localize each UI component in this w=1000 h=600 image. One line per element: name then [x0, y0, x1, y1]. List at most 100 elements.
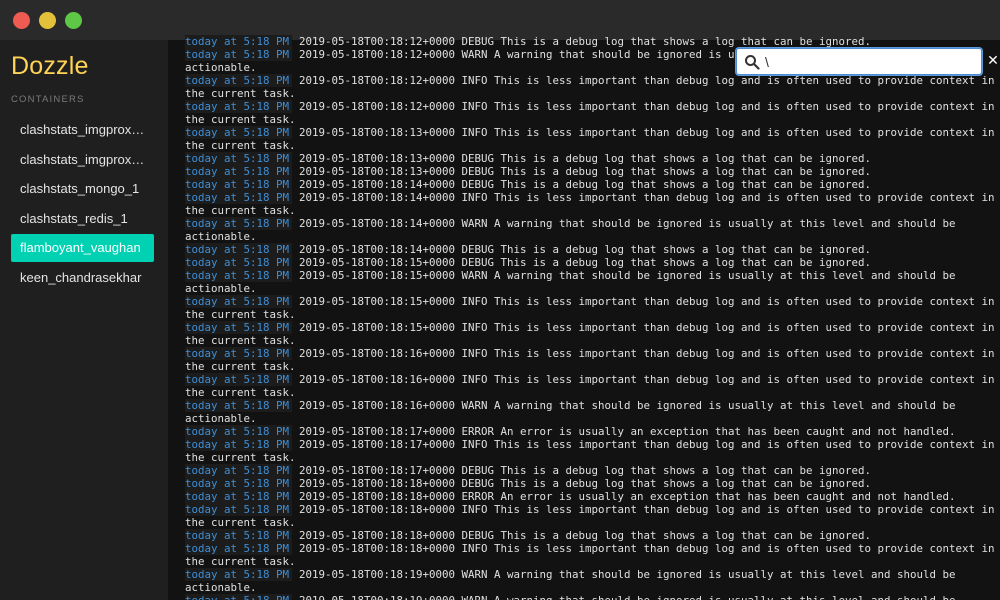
log-timestamp: today at 5:18 PM — [185, 438, 292, 451]
log-message: 2019-05-18T00:18:19+0000 WARN A warning … — [299, 568, 956, 581]
log-message: 2019-05-18T00:18:16+0000 WARN A warning … — [299, 399, 956, 412]
log-message: 2019-05-18T00:18:15+0000 DEBUG This is a… — [299, 256, 872, 269]
log-line: today at 5:18 PM 2019-05-18T00:18:15+0000… — [185, 269, 1000, 282]
log-message-continuation: the current task. — [185, 555, 296, 568]
log-timestamp: today at 5:18 PM — [185, 191, 292, 204]
window-titlebar — [0, 0, 1000, 40]
log-line: today at 5:18 PM 2019-05-18T00:18:14+0000… — [185, 243, 1000, 256]
log-message: 2019-05-18T00:18:13+0000 INFO This is le… — [299, 126, 995, 139]
log-line: today at 5:18 PM 2019-05-18T00:18:13+0000… — [185, 126, 1000, 139]
log-line: today at 5:18 PM 2019-05-18T00:18:19+0000… — [185, 594, 1000, 600]
log-line: today at 5:18 PM 2019-05-18T00:18:16+0000… — [185, 399, 1000, 412]
log-message-continuation: the current task. — [185, 386, 296, 399]
log-message: 2019-05-18T00:18:18+0000 ERROR An error … — [299, 490, 956, 503]
log-timestamp: today at 5:18 PM — [185, 178, 292, 191]
log-line: today at 5:18 PM 2019-05-18T00:18:14+0000… — [185, 191, 1000, 204]
log-message-continuation: the current task. — [185, 139, 296, 152]
log-line: today at 5:18 PM 2019-05-18T00:18:12+0000… — [185, 100, 1000, 113]
log-line: today at 5:18 PM 2019-05-18T00:18:18+0000… — [185, 542, 1000, 555]
log-message-continuation: the current task. — [185, 204, 296, 217]
log-message: 2019-05-18T00:18:16+0000 INFO This is le… — [299, 373, 995, 386]
log-line: today at 5:18 PM 2019-05-18T00:18:15+0000… — [185, 321, 1000, 334]
container-item[interactable]: clashstats_redis_1 — [11, 205, 154, 233]
log-timestamp: today at 5:18 PM — [185, 399, 292, 412]
log-message: 2019-05-18T00:18:15+0000 INFO This is le… — [299, 295, 995, 308]
log-message: 2019-05-18T00:18:18+0000 DEBUG This is a… — [299, 477, 872, 490]
log-line: today at 5:18 PM 2019-05-18T00:18:17+0000… — [185, 425, 1000, 438]
log-line: today at 5:18 PM 2019-05-18T00:18:17+0000… — [185, 464, 1000, 477]
log-message: 2019-05-18T00:18:15+0000 WARN A warning … — [299, 269, 956, 282]
log-message: 2019-05-18T00:18:13+0000 DEBUG This is a… — [299, 165, 872, 178]
log-message: 2019-05-18T00:18:18+0000 INFO This is le… — [299, 503, 995, 516]
log-timestamp: today at 5:18 PM — [185, 542, 292, 555]
log-timestamp: today at 5:18 PM — [185, 568, 292, 581]
log-timestamp: today at 5:18 PM — [185, 477, 292, 490]
container-item[interactable]: clashstats_imgproxy_2 — [11, 146, 154, 174]
log-message-continuation: the current task. — [185, 451, 296, 464]
log-line: today at 5:18 PM 2019-05-18T00:18:16+0000… — [185, 373, 1000, 386]
log-message-continuation: actionable. — [185, 282, 257, 295]
log-timestamp: today at 5:18 PM — [185, 165, 292, 178]
log-timestamp: today at 5:18 PM — [185, 295, 292, 308]
container-list: clashstats_imgproxy_1 clashstats_imgproxy… — [11, 116, 154, 293]
log-timestamp: today at 5:18 PM — [185, 217, 292, 230]
log-timestamp: today at 5:18 PM — [185, 269, 292, 282]
close-window-button[interactable] — [13, 12, 30, 29]
log-message-continuation: actionable. — [185, 230, 257, 243]
log-line: today at 5:18 PM 2019-05-18T00:18:19+0000… — [185, 568, 1000, 581]
log-message-continuation: the current task. — [185, 360, 296, 373]
log-timestamp: today at 5:18 PM — [185, 35, 292, 48]
log-timestamp: today at 5:18 PM — [185, 425, 292, 438]
app-logo[interactable]: Dozzle — [11, 52, 89, 81]
log-timestamp: today at 5:18 PM — [185, 256, 292, 269]
log-timestamp: today at 5:18 PM — [185, 48, 292, 61]
log-timestamp: today at 5:18 PM — [185, 373, 292, 386]
container-item[interactable]: keen_chandrasekhar — [11, 264, 154, 292]
log-message: 2019-05-18T00:18:15+0000 INFO This is le… — [299, 321, 995, 334]
log-message: 2019-05-18T00:18:12+0000 INFO This is le… — [299, 100, 995, 113]
log-line: today at 5:18 PM 2019-05-18T00:18:17+0000… — [185, 438, 1000, 451]
log-timestamp: today at 5:18 PM — [185, 126, 292, 139]
container-item[interactable]: clashstats_imgproxy_1 — [11, 116, 154, 144]
search-input[interactable] — [765, 52, 975, 71]
log-message: 2019-05-18T00:18:14+0000 WARN A warning … — [299, 217, 956, 230]
containers-section-label: CONTAINERS — [11, 94, 85, 105]
log-timestamp: today at 5:18 PM — [185, 594, 292, 600]
maximize-window-button[interactable] — [65, 12, 82, 29]
log-message-continuation: actionable. — [185, 412, 257, 425]
log-line: today at 5:18 PM 2019-05-18T00:18:15+0000… — [185, 256, 1000, 269]
log-viewer[interactable]: today at 5:18 PM 2019-05-18T00:18:12+0000… — [185, 35, 1000, 600]
log-timestamp: today at 5:18 PM — [185, 464, 292, 477]
log-line: today at 5:18 PM 2019-05-18T00:18:12+0000… — [185, 35, 1000, 48]
log-line: today at 5:18 PM 2019-05-18T00:18:13+0000… — [185, 152, 1000, 165]
log-message: 2019-05-18T00:18:18+0000 DEBUG This is a… — [299, 529, 872, 542]
log-timestamp: today at 5:18 PM — [185, 347, 292, 360]
log-message-continuation: actionable. — [185, 581, 257, 594]
log-line: today at 5:18 PM 2019-05-18T00:18:13+0000… — [185, 165, 1000, 178]
log-message: 2019-05-18T00:18:14+0000 DEBUG This is a… — [299, 243, 872, 256]
log-message: 2019-05-18T00:18:14+0000 DEBUG This is a… — [299, 178, 872, 191]
log-message: 2019-05-18T00:18:12+0000 INFO This is le… — [299, 74, 995, 87]
log-timestamp: today at 5:18 PM — [185, 100, 292, 113]
minimize-window-button[interactable] — [39, 12, 56, 29]
log-message: 2019-05-18T00:18:19+0000 WARN A warning … — [299, 594, 956, 600]
log-line: today at 5:18 PM 2019-05-18T00:18:14+0000… — [185, 217, 1000, 230]
log-timestamp: today at 5:18 PM — [185, 74, 292, 87]
log-message-continuation: the current task. — [185, 113, 296, 126]
log-line: today at 5:18 PM 2019-05-18T00:18:16+0000… — [185, 347, 1000, 360]
log-timestamp: today at 5:18 PM — [185, 152, 292, 165]
log-message: 2019-05-18T00:18:13+0000 DEBUG This is a… — [299, 152, 872, 165]
log-timestamp: today at 5:18 PM — [185, 503, 292, 516]
log-message: 2019-05-18T00:18:17+0000 ERROR An error … — [299, 425, 956, 438]
container-item[interactable]: clashstats_mongo_1 — [11, 175, 154, 203]
close-search-button[interactable]: ✕ — [987, 54, 999, 68]
log-message-continuation: the current task. — [185, 516, 296, 529]
log-message-continuation: the current task. — [185, 308, 296, 321]
container-item[interactable]: flamboyant_vaughan — [11, 234, 154, 262]
log-line: today at 5:18 PM 2019-05-18T00:18:15+0000… — [185, 295, 1000, 308]
log-line: today at 5:18 PM 2019-05-18T00:18:14+0000… — [185, 178, 1000, 191]
search-box — [736, 48, 982, 75]
log-line: today at 5:18 PM 2019-05-18T00:18:12+0000… — [185, 74, 1000, 87]
log-timestamp: today at 5:18 PM — [185, 529, 292, 542]
log-timestamp: today at 5:18 PM — [185, 243, 292, 256]
